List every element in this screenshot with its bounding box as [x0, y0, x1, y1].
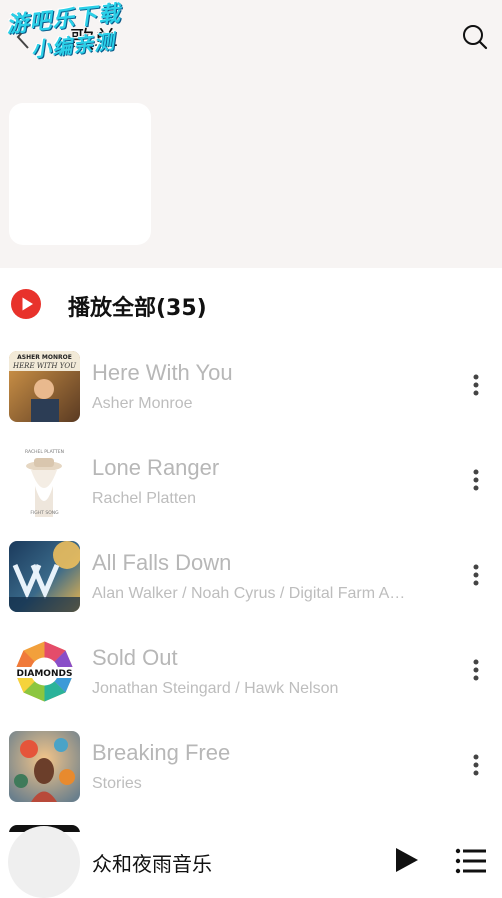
- more-vertical-icon: [473, 374, 479, 396]
- album-thumbnail: DIAMONDS: [9, 636, 80, 707]
- player-title: 众和夜雨音乐: [92, 852, 212, 876]
- album-thumbnail: [9, 731, 80, 802]
- song-title: Lone Ranger: [92, 455, 220, 480]
- back-button[interactable]: [10, 24, 36, 50]
- song-row[interactable]: DIAMONDS Sold Out Jonathan Steingard / H…: [0, 625, 502, 720]
- song-artist: Stories: [92, 775, 142, 792]
- more-options-button[interactable]: [464, 465, 488, 495]
- playlist-cover[interactable]: [9, 103, 151, 245]
- song-row[interactable]: RACHEL PLATTEN FIGHT SONG Lone Ranger Ra…: [0, 435, 502, 530]
- search-icon: [463, 25, 488, 50]
- song-artist: Rachel Platten: [92, 490, 197, 507]
- page-title: 歌单: [70, 26, 118, 54]
- cover-album-text: HERE WITH YOU: [12, 362, 77, 370]
- cover-album-text: DIAMONDS: [17, 669, 73, 679]
- song-artist: Jonathan Steingard / Hawk Nelson: [92, 680, 339, 697]
- mini-player[interactable]: 众和夜雨音乐: [0, 826, 502, 898]
- play-all-button[interactable]: 播放全部(35): [0, 268, 502, 340]
- playlist-button[interactable]: [455, 848, 487, 874]
- chevron-left-icon: [16, 25, 29, 49]
- song-artist: Asher Monroe: [92, 395, 193, 412]
- play-all-label: 播放全部(35): [68, 296, 207, 321]
- song-row[interactable]: Breaking Free Stories: [0, 720, 502, 815]
- cover-album-text: FIGHT SONG: [30, 510, 59, 516]
- more-options-button[interactable]: [464, 655, 488, 685]
- cover-artist-text: RACHEL PLATTEN: [25, 449, 64, 455]
- more-options-button[interactable]: [464, 750, 488, 780]
- more-vertical-icon: [473, 659, 479, 681]
- more-options-button[interactable]: [464, 560, 488, 590]
- album-thumbnail: RACHEL PLATTEN FIGHT SONG: [9, 446, 80, 517]
- play-icon: [396, 848, 418, 872]
- playlist-icon: [455, 848, 486, 874]
- search-button[interactable]: [460, 22, 490, 52]
- top-bar: 歌单 游吧乐下载 小编亲测: [0, 0, 502, 74]
- song-row[interactable]: All Falls Down Alan Walker / Noah Cyrus …: [0, 530, 502, 625]
- more-vertical-icon: [473, 564, 479, 586]
- song-row[interactable]: ASHER MONROE HERE WITH YOU Here With You…: [0, 340, 502, 435]
- play-circle-icon: [11, 289, 41, 319]
- song-artist: Alan Walker / Noah Cyrus / Digital Farm …: [92, 585, 412, 602]
- more-options-button[interactable]: [464, 370, 488, 400]
- cover-artist-text: ASHER MONROE: [17, 354, 72, 361]
- song-title: All Falls Down: [92, 550, 232, 575]
- song-title: Here With You: [92, 360, 233, 385]
- song-title: Sold Out: [92, 645, 178, 670]
- album-thumbnail: [9, 541, 80, 612]
- more-vertical-icon: [473, 754, 479, 776]
- album-thumbnail: ASHER MONROE HERE WITH YOU: [9, 351, 80, 422]
- more-vertical-icon: [473, 469, 479, 491]
- player-album-art[interactable]: [8, 826, 80, 898]
- play-button[interactable]: [392, 846, 420, 874]
- song-title: Breaking Free: [92, 740, 231, 765]
